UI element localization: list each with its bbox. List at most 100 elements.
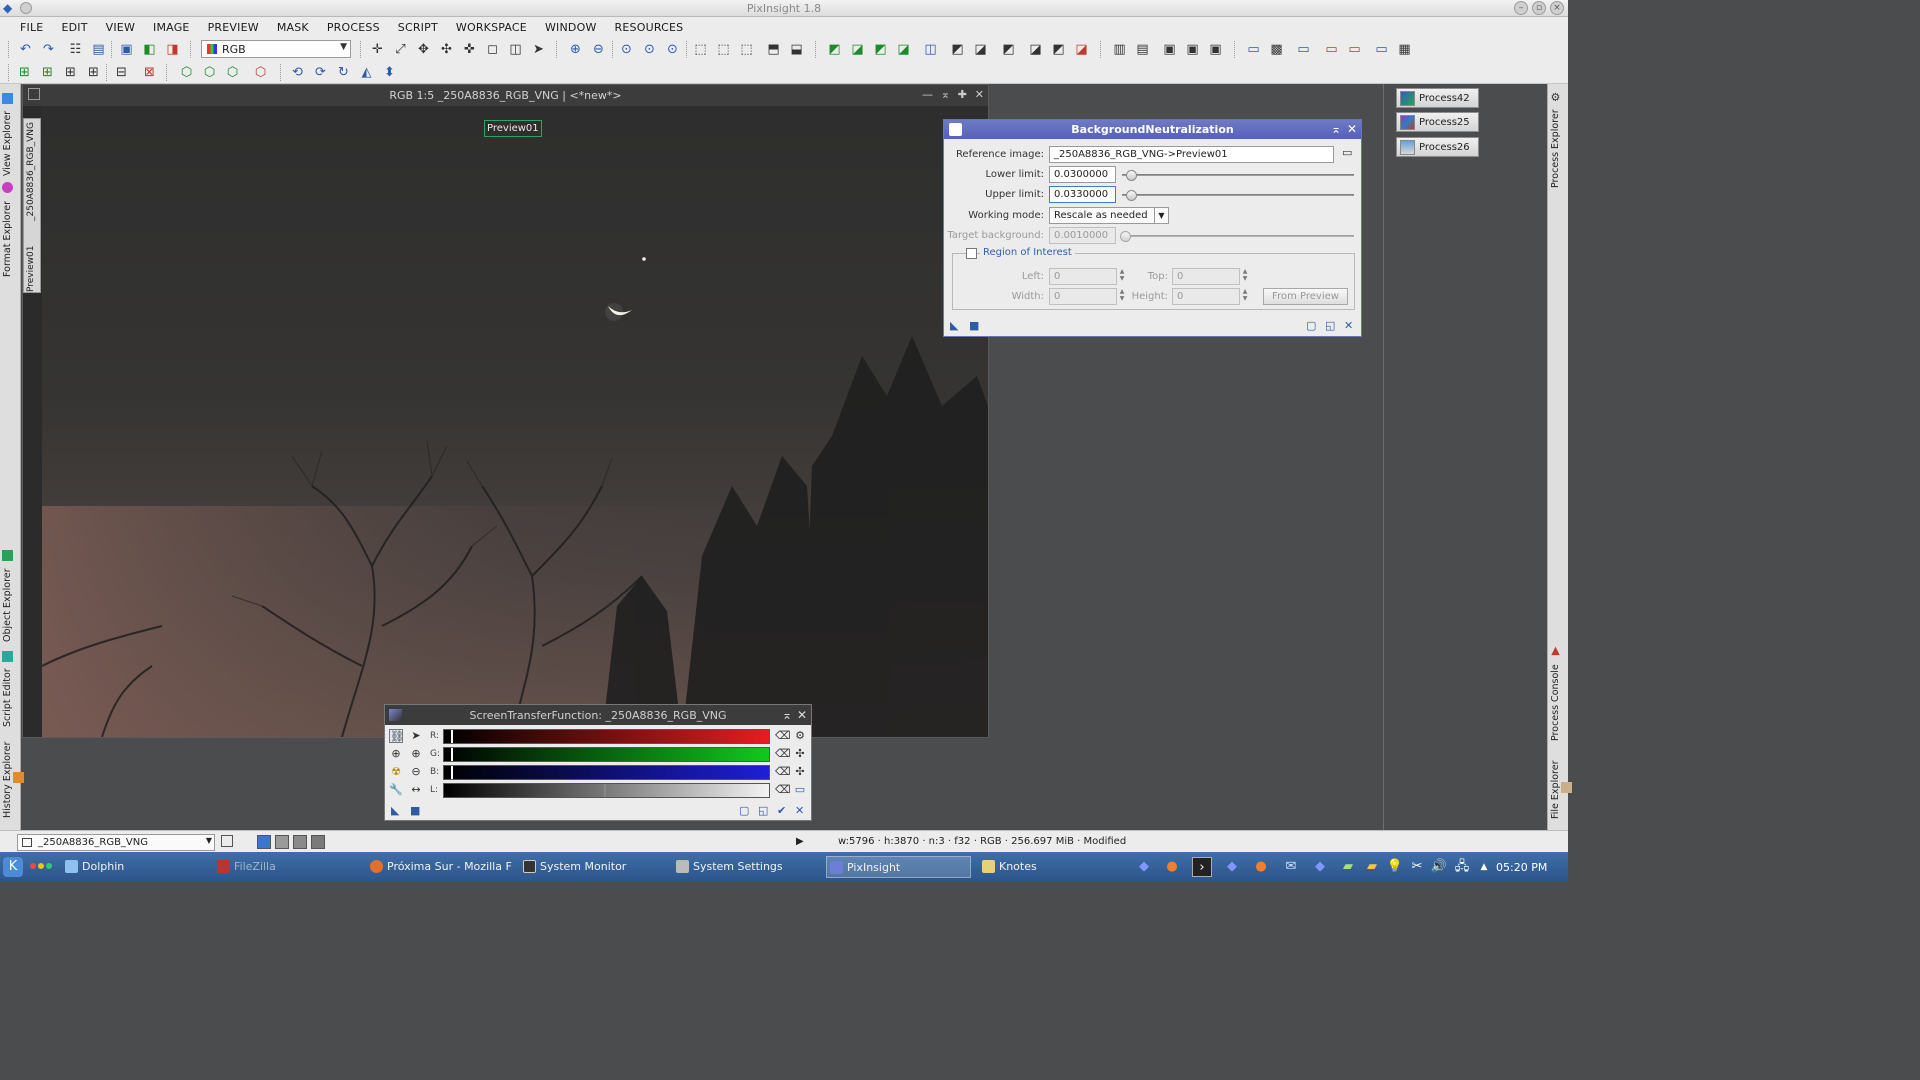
- zoom-out-icon[interactable]: ⊖: [409, 765, 423, 779]
- preview01-marker[interactable]: Preview01: [484, 120, 542, 137]
- channel-g-shadows-marker[interactable]: [451, 748, 453, 761]
- upper-limit-field[interactable]: 0.0330000: [1049, 186, 1116, 203]
- rotate-left-icon[interactable]: ⟲: [289, 64, 306, 81]
- mask-invert-icon[interactable]: ◪: [895, 41, 912, 58]
- shade-icon[interactable]: ⌅: [941, 88, 950, 101]
- pan-mode-icon[interactable]: ✥: [415, 41, 432, 58]
- fit-window-icon[interactable]: ⬚: [715, 41, 732, 58]
- close-icon[interactable]: ✕: [797, 708, 807, 722]
- script-editor-tab[interactable]: Script Editor: [2, 650, 19, 728]
- history-explorer-tab[interactable]: History Explorer: [2, 734, 25, 826]
- menu-preview[interactable]: PREVIEW: [199, 17, 268, 38]
- geometry-tool-icon[interactable]: ⊞: [16, 64, 33, 81]
- shade-icon[interactable]: ⌅: [1331, 122, 1341, 136]
- menu-window[interactable]: WINDOW: [536, 17, 606, 38]
- image-properties-icon[interactable]: ◨: [164, 41, 181, 58]
- menu-file[interactable]: FILE: [12, 17, 52, 38]
- shade-icon[interactable]: ⌅: [782, 708, 792, 722]
- geometry-tool-6-icon[interactable]: ⊠: [141, 64, 158, 81]
- geometry-tool-3-icon[interactable]: ⊞: [62, 64, 79, 81]
- channel-g-icon[interactable]: [293, 835, 307, 849]
- menu-mask[interactable]: MASK: [268, 17, 318, 38]
- preview-close-icon[interactable]: ◪: [1073, 41, 1090, 58]
- lower-limit-slider[interactable]: [1122, 170, 1354, 181]
- stf-reset-icon[interactable]: ▭: [1295, 41, 1312, 58]
- new-instance-icon[interactable]: ◣: [950, 319, 958, 332]
- upper-limit-knob[interactable]: [1126, 190, 1137, 201]
- clone-image-icon[interactable]: ◧: [141, 41, 158, 58]
- menu-edit[interactable]: EDIT: [52, 17, 96, 38]
- reset-l-icon[interactable]: ⌫: [775, 783, 791, 797]
- edit-preview-mode-icon[interactable]: ◫: [507, 41, 524, 58]
- cascade-windows-icon[interactable]: ▤: [1134, 41, 1151, 58]
- apply-global-icon[interactable]: ✔: [777, 804, 786, 817]
- reset-b-icon[interactable]: ⌫: [775, 765, 791, 779]
- channel-r-icon[interactable]: [275, 835, 289, 849]
- menu-resources[interactable]: RESOURCES: [606, 17, 693, 38]
- lightbulb-icon[interactable]: 💡: [1385, 857, 1405, 877]
- menu-workspace[interactable]: WORKSPACE: [447, 17, 536, 38]
- color-mode-select[interactable]: RGB ▼: [201, 40, 351, 58]
- proofing-icon[interactable]: ▦: [1396, 41, 1413, 58]
- new-preview-mode-icon[interactable]: ◻: [484, 41, 501, 58]
- process-icon-process42[interactable]: Process42: [1396, 88, 1479, 108]
- folder-tray-icon[interactable]: ▰: [1362, 857, 1382, 877]
- tile-windows-icon[interactable]: ▥: [1111, 41, 1128, 58]
- menu-view[interactable]: VIEW: [97, 17, 144, 38]
- reset-g-icon[interactable]: ⌫: [775, 747, 791, 761]
- auto-stretch-icon[interactable]: ☢: [389, 765, 403, 779]
- edit-mode-icon[interactable]: ➤: [409, 729, 423, 743]
- zoom-to-fit-icon[interactable]: ⬚: [738, 41, 755, 58]
- channel-r-shadows-marker[interactable]: [451, 730, 453, 743]
- preview-store-icon[interactable]: ◪: [972, 41, 989, 58]
- menu-process[interactable]: PROCESS: [318, 17, 389, 38]
- close-icon[interactable]: ✕: [975, 88, 984, 101]
- redo-icon[interactable]: ↷: [40, 41, 57, 58]
- upper-limit-slider[interactable]: [1122, 190, 1354, 201]
- stf-titlebar[interactable]: ScreenTransferFunction: _250A8836_RGB_VN…: [385, 705, 811, 725]
- channel-rgb-icon[interactable]: [257, 835, 271, 849]
- stf-track-icon[interactable]: ▭: [1323, 41, 1340, 58]
- apply-icon[interactable]: ■: [410, 804, 420, 817]
- preview-restore-icon[interactable]: ◩: [1000, 41, 1017, 58]
- center-mode-icon[interactable]: ✣: [438, 41, 455, 58]
- object-explorer-tab[interactable]: Object Explorer: [2, 550, 19, 642]
- settings-b-icon[interactable]: ✣: [793, 765, 807, 779]
- color-management-icon[interactable]: ▭: [1373, 41, 1390, 58]
- task-knotes[interactable]: Knotes: [979, 856, 1119, 878]
- link-channels-icon[interactable]: ⛓: [389, 729, 404, 743]
- mask-enable-icon[interactable]: ◩: [872, 41, 889, 58]
- lower-limit-field[interactable]: 0.0300000: [1049, 166, 1116, 183]
- rotate-180-icon[interactable]: ↻: [335, 64, 352, 81]
- preview-reset-icon[interactable]: ◩: [1050, 41, 1067, 58]
- menu-script[interactable]: SCRIPT: [389, 17, 447, 38]
- select-view-icon[interactable]: ▭: [1342, 146, 1352, 159]
- auto-stretch-icon[interactable]: ▩: [1268, 41, 1285, 58]
- notes-icon[interactable]: ▰: [1338, 857, 1358, 877]
- undo-icon[interactable]: ↶: [17, 41, 34, 58]
- minimize-button[interactable]: –: [1514, 1, 1528, 15]
- process-explorer-tab[interactable]: Process Explorer ⚙: [1549, 90, 1567, 190]
- process-console-tab[interactable]: Process Console ▼: [1549, 644, 1567, 744]
- screen-transfer-icon[interactable]: ▭: [1245, 41, 1262, 58]
- task-system-monitor[interactable]: System Monitor: [520, 856, 665, 878]
- mirror-vertical-icon[interactable]: ⬍: [381, 64, 398, 81]
- preview-new-icon[interactable]: ◩: [949, 41, 966, 58]
- close-icon[interactable]: ✕: [1347, 122, 1357, 136]
- geometry-tool-5-icon[interactable]: ⊟: [113, 64, 130, 81]
- stf-link-icon[interactable]: ▭: [1346, 41, 1363, 58]
- browse-documentation-icon[interactable]: ▢: [739, 804, 749, 817]
- browse-documentation-icon[interactable]: ▢: [1306, 319, 1316, 332]
- channel-g-bar[interactable]: [443, 747, 770, 762]
- close-button[interactable]: ×: [1550, 1, 1564, 15]
- zoom-in-2-icon[interactable]: ⊕: [409, 747, 423, 761]
- mask-show-icon[interactable]: ◫: [922, 41, 939, 58]
- task-system-settings[interactable]: System Settings: [673, 856, 818, 878]
- zoom-half-icon[interactable]: ⊙: [664, 41, 681, 58]
- geometry-tool-2-icon[interactable]: ⊞: [39, 64, 56, 81]
- bgn-titlebar[interactable]: BackgroundNeutralization ⌅ ✕: [944, 120, 1361, 139]
- process-icon-2[interactable]: ⬡: [201, 64, 218, 81]
- preview-view-tab[interactable]: Preview01: [26, 237, 39, 293]
- mirror-horizontal-icon[interactable]: ◭: [358, 64, 375, 81]
- kde-menu-icon[interactable]: K: [3, 857, 23, 877]
